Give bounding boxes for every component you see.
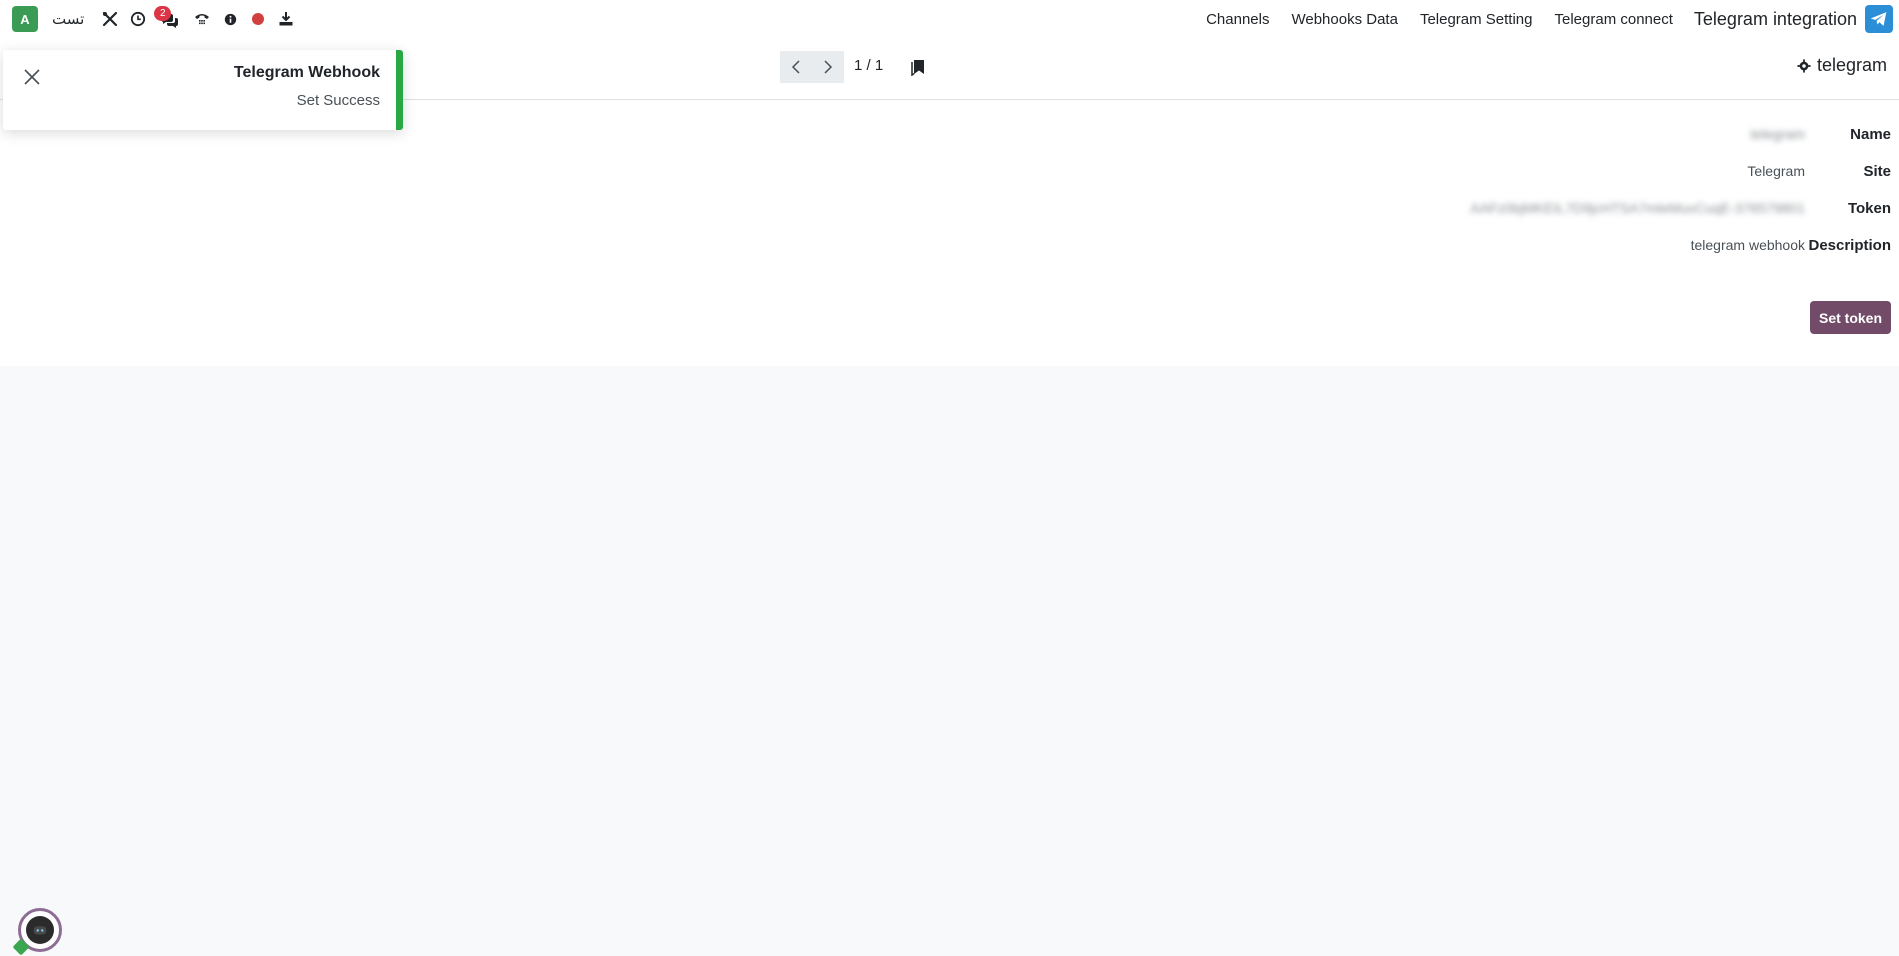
field-name: telegram Name bbox=[1751, 123, 1891, 145]
main-menu: Channels Webhooks Data Telegram Setting … bbox=[1184, 0, 1893, 38]
chevron-left-icon bbox=[791, 60, 800, 74]
top-navbar: A تست 2 Channels Webhooks Data Telegram … bbox=[0, 0, 1899, 38]
toast-message: Set Success bbox=[296, 92, 380, 109]
token-label: Token bbox=[1847, 199, 1891, 217]
menu-telegram-connect[interactable]: Telegram connect bbox=[1555, 11, 1673, 28]
field-description: telegram webhook Description bbox=[1691, 234, 1891, 256]
chat-badge: 2 bbox=[154, 6, 172, 21]
name-label: Name bbox=[1850, 125, 1891, 143]
download-icon[interactable] bbox=[272, 0, 300, 38]
set-token-button[interactable]: Set token bbox=[1810, 301, 1891, 334]
menu-channels[interactable]: Channels bbox=[1206, 11, 1269, 28]
token-value[interactable]: AAFz0bjMKEIL7D9jcHTSA7mleMuvCuqE-3765798… bbox=[1470, 200, 1805, 216]
chevron-right-icon bbox=[824, 60, 833, 74]
description-value[interactable]: telegram webhook bbox=[1691, 237, 1805, 253]
pager-previous-button[interactable] bbox=[780, 51, 812, 83]
menu-telegram-setting[interactable]: Telegram Setting bbox=[1420, 11, 1533, 28]
pager-buttons bbox=[780, 51, 844, 83]
site-label: Site bbox=[1863, 162, 1891, 180]
gear-icon[interactable] bbox=[1797, 58, 1811, 73]
chat-icon[interactable]: 2 bbox=[152, 0, 188, 38]
pager-next-button[interactable] bbox=[812, 51, 844, 83]
phone-icon[interactable] bbox=[188, 0, 216, 38]
description-label: Description bbox=[1808, 236, 1891, 254]
chatbot-launcher[interactable] bbox=[12, 908, 62, 956]
field-token: AAFz0bjMKEIL7D9jcHTSA7mleMuvCuqE-3765798… bbox=[1470, 197, 1891, 219]
form-sheet: telegram Name Telegram Site AAFz0bjMKEIL… bbox=[0, 100, 1899, 366]
site-value[interactable]: Telegram bbox=[1747, 163, 1805, 179]
info-icon[interactable] bbox=[216, 0, 244, 38]
record-dot-icon[interactable] bbox=[244, 0, 272, 38]
breadcrumb-current: telegram bbox=[1816, 55, 1887, 75]
heart-icon bbox=[12, 938, 30, 956]
company-switcher[interactable]: تست bbox=[52, 10, 84, 28]
toast-title: Telegram Webhook bbox=[233, 64, 380, 81]
telegram-logo-icon[interactable] bbox=[1865, 5, 1893, 33]
close-icon[interactable] bbox=[23, 68, 41, 86]
name-value[interactable]: telegram bbox=[1751, 126, 1805, 142]
robot-icon bbox=[26, 916, 54, 944]
bookmark-icon[interactable] bbox=[910, 58, 926, 76]
field-site: Telegram Site bbox=[1747, 160, 1891, 182]
pager-value[interactable]: 1 / 1 bbox=[854, 57, 883, 74]
tools-icon[interactable] bbox=[96, 0, 124, 38]
app-title[interactable]: Telegram integration bbox=[1694, 9, 1857, 30]
systray: A تست 2 bbox=[6, 0, 300, 38]
notification-toast: Telegram Webhook Set Success bbox=[3, 50, 403, 130]
user-avatar[interactable]: A bbox=[12, 6, 38, 32]
clock-icon[interactable] bbox=[124, 0, 152, 38]
menu-webhooks-data[interactable]: Webhooks Data bbox=[1291, 11, 1397, 28]
breadcrumb[interactable]: telegram bbox=[1797, 55, 1887, 76]
